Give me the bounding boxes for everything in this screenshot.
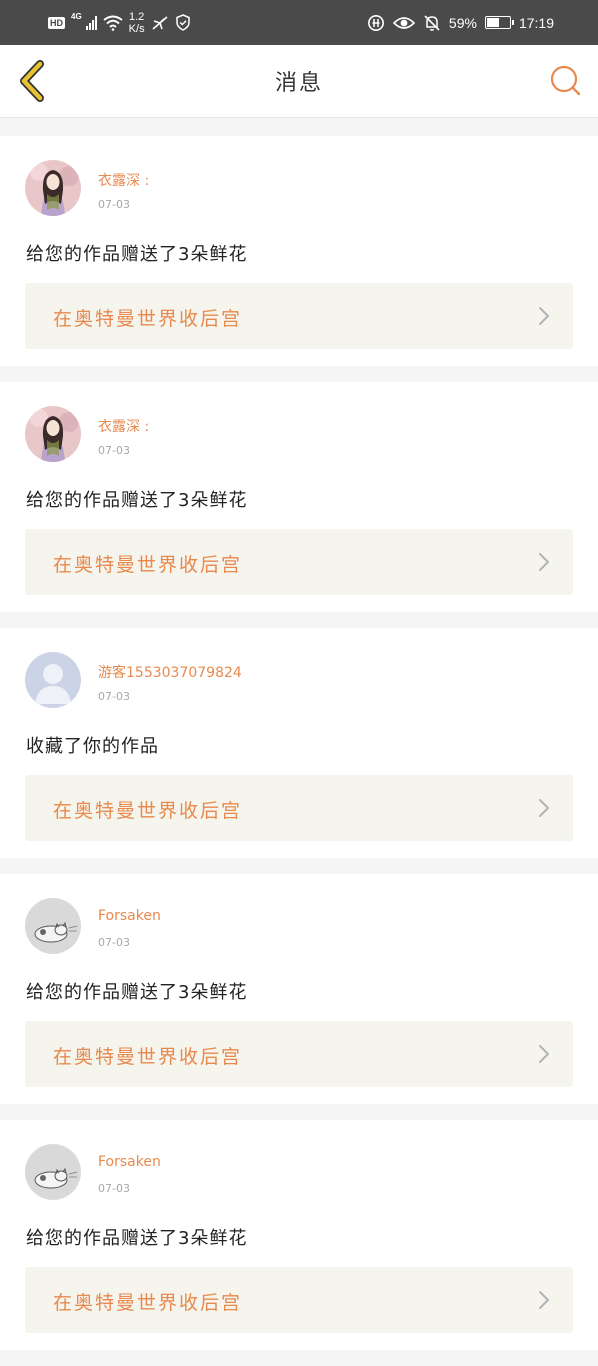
message-date: 07-03 (98, 1182, 130, 1195)
search-icon (550, 65, 581, 96)
user-avatar[interactable] (25, 898, 81, 954)
battery-fill (486, 18, 499, 27)
speed-value: 1.2 (128, 10, 145, 23)
status-bar: HD 4G 1.2 K/s 59% 17:19 (0, 0, 598, 45)
airplane-off-icon (152, 15, 168, 30)
shield-icon (175, 14, 190, 31)
message-text: 给您的作品赠送了3朵鲜花 (26, 982, 248, 1003)
data-saver-icon (367, 14, 384, 31)
message-date: 07-03 (98, 936, 130, 949)
message-card: 游客1553037079824 07-03 收藏了你的作品在奥特曼世界收后宫 (0, 628, 598, 858)
eye-comfort-icon (392, 16, 415, 29)
user-avatar[interactable] (25, 406, 81, 462)
top-app-bar: 消息 (0, 45, 598, 118)
status-right: 59% 17:19 (367, 0, 554, 45)
chevron-right-icon (539, 1291, 549, 1309)
work-title: 在奥特曼世界收后宫 (53, 1046, 243, 1068)
work-link[interactable]: 在奥特曼世界收后宫 (25, 775, 573, 841)
search-button[interactable] (548, 63, 584, 99)
chevron-right-icon (539, 553, 549, 571)
work-link[interactable]: 在奥特曼世界收后宫 (25, 529, 573, 595)
work-title: 在奥特曼世界收后宫 (53, 800, 243, 822)
work-link[interactable]: 在奥特曼世界收后宫 (25, 1021, 573, 1087)
chevron-right-icon (539, 307, 549, 325)
message-card: 衣露深 : 07-03 给您的作品赠送了3朵鲜花在奥特曼世界收后宫 (0, 382, 598, 612)
work-title: 在奥特曼世界收后宫 (53, 1292, 243, 1314)
user-avatar[interactable] (25, 160, 81, 216)
work-link[interactable]: 在奥特曼世界收后宫 (25, 1267, 573, 1333)
battery-icon (484, 16, 514, 29)
sender-name[interactable]: Forsaken (98, 908, 161, 924)
message-card: Forsaken 07-03 给您的作品赠送了3朵鲜花在奥特曼世界收后宫 (0, 874, 598, 1104)
page-title: 消息 (274, 71, 323, 96)
message-date: 07-03 (98, 198, 130, 211)
speed-unit: K/s (128, 22, 145, 35)
network-type: 4G (71, 12, 82, 21)
status-left: HD 4G 1.2 K/s (48, 0, 191, 45)
user-avatar[interactable] (25, 1144, 81, 1200)
message-card: Forsaken 07-03 给您的作品赠送了3朵鲜花在奥特曼世界收后宫 (0, 1120, 598, 1350)
hd-badge: HD (48, 16, 65, 29)
clock: 17:19 (518, 14, 554, 31)
work-link[interactable]: 在奥特曼世界收后宫 (25, 283, 573, 349)
message-text: 给您的作品赠送了3朵鲜花 (26, 1228, 248, 1249)
work-title: 在奥特曼世界收后宫 (53, 554, 243, 576)
sender-name[interactable]: 游客1553037079824 (98, 662, 242, 682)
network-speed: 1.2 K/s (129, 11, 145, 35)
chevron-right-icon (539, 799, 549, 817)
user-avatar[interactable] (25, 652, 81, 708)
wifi-icon (103, 15, 123, 31)
message-card: 衣露深 : 07-03 给您的作品赠送了3朵鲜花在奥特曼世界收后宫 (0, 136, 598, 366)
message-text: 给您的作品赠送了3朵鲜花 (26, 490, 248, 511)
message-date: 07-03 (98, 690, 130, 703)
message-text: 给您的作品赠送了3朵鲜花 (26, 244, 248, 265)
message-list: 衣露深 :07-03 给您的作品赠送了3朵鲜花 在奥特曼世界收后宫 衣露深 :07-0… (0, 136, 598, 1366)
work-title: 在奥特曼世界收后宫 (53, 308, 243, 330)
sender-name[interactable]: 衣露深 : (98, 170, 149, 190)
sender-name[interactable]: 衣露深 : (98, 416, 149, 436)
message-date: 07-03 (98, 444, 130, 457)
sender-name[interactable]: Forsaken (98, 1154, 161, 1170)
signal-icon (85, 15, 97, 30)
message-text: 收藏了你的作品 (26, 736, 159, 757)
chevron-right-icon (539, 1045, 549, 1063)
battery-percent: 59% (448, 14, 477, 31)
bell-off-icon (424, 14, 440, 31)
